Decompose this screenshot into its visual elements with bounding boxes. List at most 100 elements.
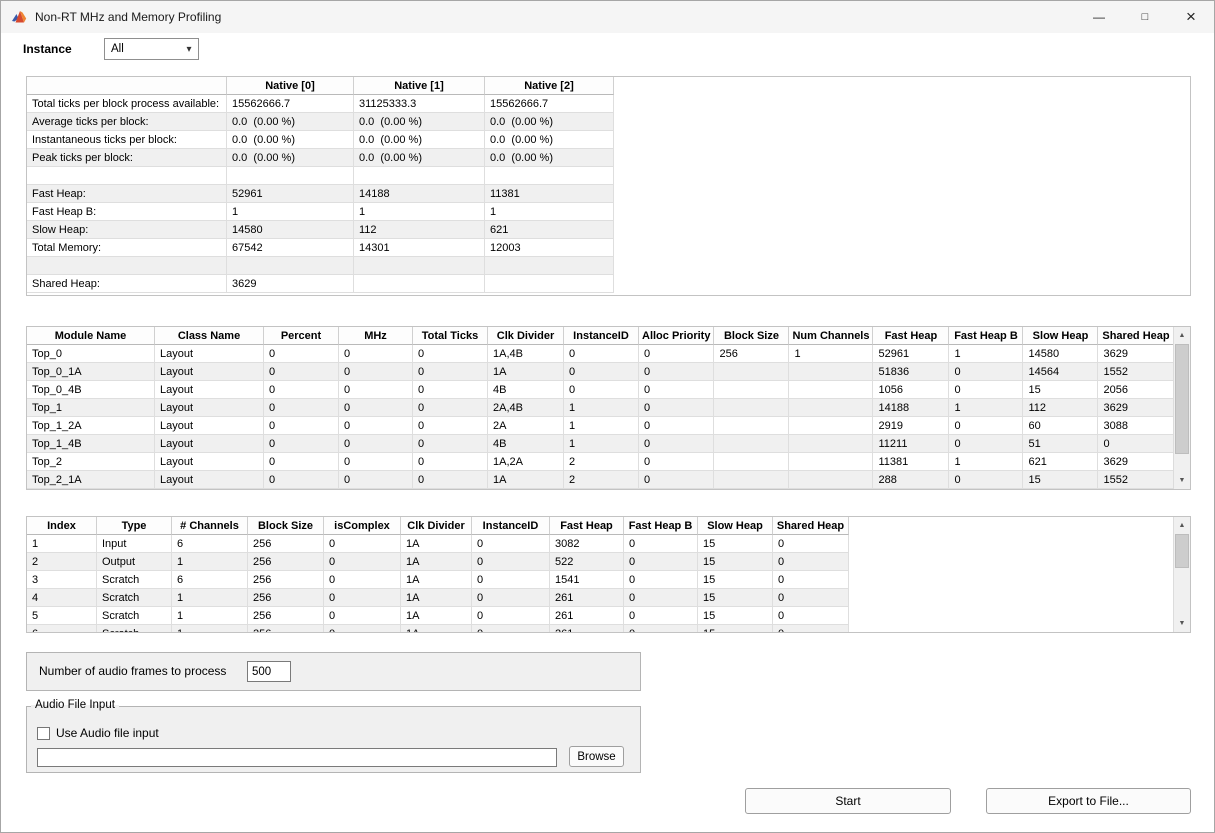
table-cell[interactable]: 0 [949,381,1023,399]
table-cell[interactable]: 15 [1023,381,1098,399]
scrollbar-thumb[interactable] [1175,344,1189,454]
table-cell[interactable]: 1A [401,589,472,607]
table-cell[interactable]: Fast Heap: [27,185,227,203]
column-header[interactable] [27,77,227,95]
table-cell[interactable]: 1A,2A [488,453,564,471]
table-cell[interactable]: 0 [472,607,550,625]
table-cell[interactable]: 0 [773,625,849,633]
table-cell[interactable]: 0 [773,553,849,571]
column-header[interactable]: Block Size [248,517,324,535]
table-cell[interactable] [789,417,873,435]
table-cell[interactable]: 0 [949,363,1023,381]
table-cell[interactable]: 0 [324,625,401,633]
table-cell[interactable]: 12003 [485,239,614,257]
table-cell[interactable]: 60 [1023,417,1098,435]
table-cell[interactable]: 256 [248,589,324,607]
table-cell[interactable]: Top_1_2A [27,417,155,435]
table-cell[interactable]: Layout [155,381,264,399]
vertical-scrollbar[interactable]: ▲ ▼ [1173,327,1190,489]
table-cell[interactable]: 15 [698,625,773,633]
frames-input[interactable] [247,661,291,682]
table-cell[interactable]: Top_0_1A [27,363,155,381]
table-cell[interactable]: 15 [1023,471,1098,489]
column-header[interactable]: Fast Heap B [949,327,1023,345]
table-cell[interactable]: 6 [172,535,248,553]
table-cell[interactable]: 14564 [1023,363,1098,381]
table-cell[interactable]: 1 [27,535,97,553]
table-cell[interactable]: Top_2 [27,453,155,471]
table-cell[interactable]: 256 [248,625,324,633]
table-cell[interactable]: Total ticks per block process available: [27,95,227,113]
table-cell[interactable]: 621 [485,221,614,239]
table-cell[interactable]: Top_1_4B [27,435,155,453]
table-cell[interactable]: 0 [413,435,488,453]
minimize-button[interactable]: — [1076,1,1122,33]
table-cell[interactable]: 15 [698,589,773,607]
table-cell[interactable] [789,381,873,399]
table-cell[interactable]: 0.0 (0.00 %) [485,131,614,149]
table-cell[interactable]: 2056 [1098,381,1174,399]
table-cell[interactable]: 1056 [873,381,949,399]
table-cell[interactable]: 67542 [227,239,354,257]
table-cell[interactable]: 1A,4B [488,345,564,363]
table-cell[interactable]: 1 [172,607,248,625]
table-cell[interactable]: 0.0 (0.00 %) [227,113,354,131]
table-cell[interactable]: 51836 [873,363,949,381]
table-cell[interactable]: 15 [698,571,773,589]
table-cell[interactable]: 0 [413,363,488,381]
table-cell[interactable]: 0 [639,453,714,471]
table-cell[interactable]: 0 [324,571,401,589]
table-cell[interactable]: 4B [488,435,564,453]
column-header[interactable]: Index [27,517,97,535]
table-cell[interactable]: 0 [639,417,714,435]
column-header[interactable]: Native [0] [227,77,354,95]
table-cell[interactable]: 0 [1098,435,1174,453]
table-cell[interactable]: 1 [172,589,248,607]
table-cell[interactable]: 15 [698,607,773,625]
table-cell[interactable]: 0 [339,399,413,417]
table-cell[interactable] [789,435,873,453]
table-cell[interactable]: 1 [789,345,873,363]
column-header[interactable]: Num Channels [789,327,873,345]
table-cell[interactable]: 0 [564,345,639,363]
table-cell[interactable]: Top_1 [27,399,155,417]
table-cell[interactable] [485,275,614,293]
table-cell[interactable]: 2A,4B [488,399,564,417]
table-cell[interactable]: 1 [485,203,614,221]
table-cell[interactable]: 11381 [873,453,949,471]
table-cell[interactable]: Peak ticks per block: [27,149,227,167]
table-cell[interactable]: 2919 [873,417,949,435]
table-cell[interactable] [714,417,789,435]
table-cell[interactable]: 256 [714,345,789,363]
table-cell[interactable]: 1 [354,203,485,221]
table-cell[interactable]: 5 [27,607,97,625]
table-cell[interactable]: 0 [324,607,401,625]
table-cell[interactable]: 1 [949,345,1023,363]
column-header[interactable]: Fast Heap B [624,517,698,535]
table-cell[interactable]: 1 [564,399,639,417]
table-cell[interactable] [789,471,873,489]
table-cell[interactable]: 1A [401,535,472,553]
table-cell[interactable]: Scratch [97,589,172,607]
table-cell[interactable] [354,275,485,293]
table-cell[interactable]: 1 [949,453,1023,471]
table-cell[interactable]: 0 [413,381,488,399]
table-cell[interactable]: Shared Heap: [27,275,227,293]
table-cell[interactable]: 256 [248,571,324,589]
column-header[interactable]: Shared Heap [1098,327,1174,345]
table-cell[interactable] [227,257,354,275]
table-cell[interactable]: 15562666.7 [485,95,614,113]
table-cell[interactable]: 1A [488,471,564,489]
table-cell[interactable]: 0 [624,607,698,625]
table-cell[interactable]: 0 [472,589,550,607]
table-cell[interactable]: 52961 [227,185,354,203]
table-cell[interactable]: 0 [624,553,698,571]
column-header[interactable]: MHz [339,327,413,345]
table-cell[interactable] [714,381,789,399]
use-audio-checkbox[interactable] [37,727,50,740]
table-cell[interactable]: 0 [949,435,1023,453]
table-cell[interactable]: 0 [264,381,339,399]
table-cell[interactable]: Scratch [97,625,172,633]
table-cell[interactable]: 0 [624,571,698,589]
table-cell[interactable] [354,257,485,275]
